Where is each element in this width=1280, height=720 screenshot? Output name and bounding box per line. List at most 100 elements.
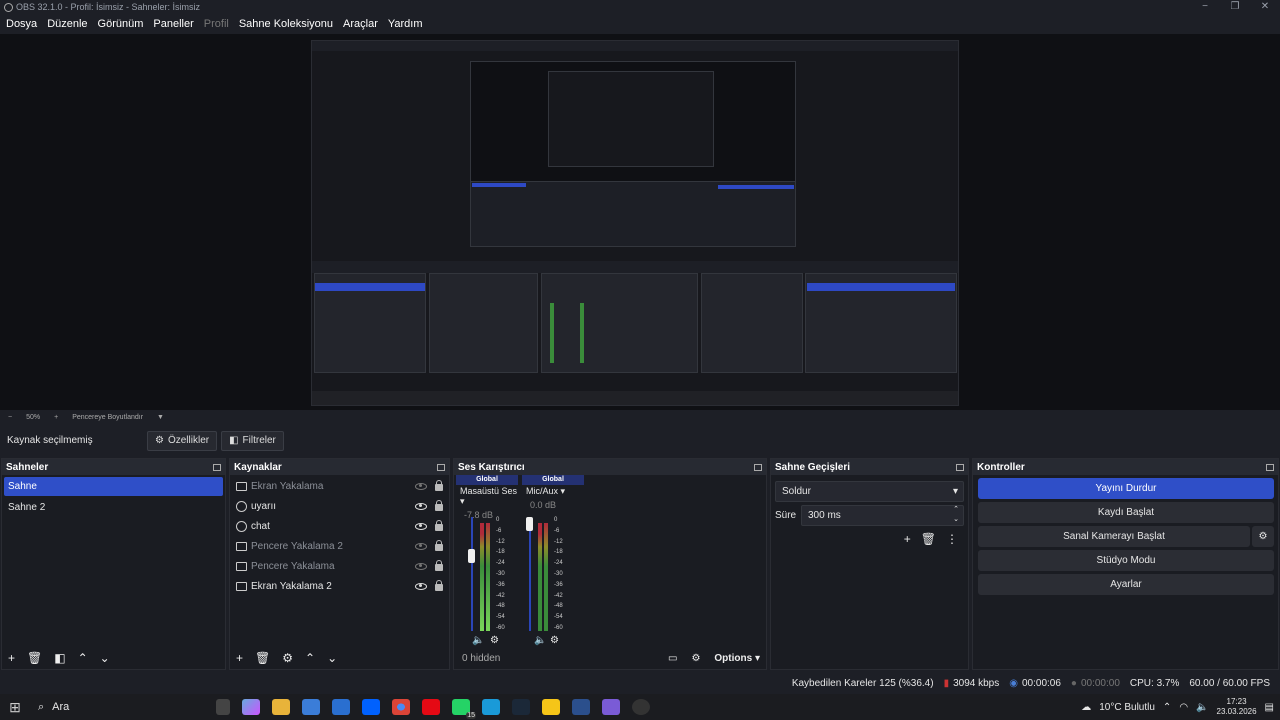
obs-icon[interactable] [632,699,650,715]
maximize-icon[interactable]: ❐ [1220,0,1250,14]
source-row[interactable]: chat [230,516,449,536]
whatsapp-icon[interactable]: 15 [452,699,476,719]
minimize-icon[interactable]: − [1190,0,1220,14]
trash-icon[interactable]: 🗑 [255,651,270,665]
advanced-audio-icon[interactable]: ⚙ [691,653,700,664]
start-recording-button[interactable]: Kaydı Başlat [978,502,1274,523]
move-up-icon[interactable]: ⌃ [305,651,315,665]
lock-icon[interactable] [435,480,443,491]
source-row[interactable]: Pencere Yakalama 2 [230,536,449,556]
spin-arrows-icon[interactable]: ⌃ ⌄ [953,505,959,525]
channel-name-dropdown[interactable]: Masaüstü Ses ▾ [456,486,518,507]
scene-item[interactable]: Sahne 2 [4,498,223,517]
weather[interactable]: 10°C Bulutlu [1099,702,1155,713]
volume-slider-track[interactable] [529,517,531,631]
source-row[interactable]: uyarıı [230,496,449,516]
file-explorer-icon[interactable] [272,699,290,715]
source-row[interactable]: Ekran Yakalama 2 [230,576,449,596]
channel-name-dropdown[interactable]: Mic/Aux ▾ [522,486,584,497]
undock-icon[interactable] [956,463,964,471]
menu-edit[interactable]: Düzenle [47,18,87,30]
outlook-icon[interactable] [332,699,350,715]
zoom-dropdown-icon[interactable]: ▼ [157,414,164,421]
eye-hidden-icon[interactable] [415,562,427,570]
zoom-fit-label[interactable]: Pencereye Boyutlandır [72,414,143,421]
tray-chevron-icon[interactable]: ⌃ [1163,702,1171,713]
dropbox-icon[interactable] [362,699,380,715]
eye-hidden-icon[interactable] [415,542,427,550]
store-icon[interactable] [302,699,320,715]
menu-scene-collection[interactable]: Sahne Koleksiyonu [239,18,333,30]
lock-icon[interactable] [435,560,443,571]
task-view-icon[interactable] [216,699,230,715]
eye-icon[interactable] [415,582,427,590]
move-down-icon[interactable]: ⌄ [100,651,110,665]
zoom-in-button[interactable]: + [54,414,58,421]
windows-start-icon[interactable]: ⊞ [0,699,30,716]
steam-icon[interactable] [512,699,530,715]
trash-icon[interactable]: 🗑 [27,651,42,665]
add-icon[interactable]: + [8,651,15,665]
menu-view[interactable]: Görünüm [98,18,144,30]
menu-docks[interactable]: Paneller [153,18,193,30]
trash-icon[interactable]: 🗑 [921,532,936,546]
lock-icon[interactable] [435,540,443,551]
copilot-icon[interactable] [242,699,260,715]
preview-canvas[interactable] [311,40,959,406]
volume-slider-handle[interactable] [526,517,533,531]
add-icon[interactable]: + [236,651,243,665]
gear-icon[interactable]: ⚙ [282,651,293,665]
source-row[interactable]: Ekran Yakalama [230,476,449,496]
speaker-icon[interactable]: 🔈 [472,635,484,646]
taskbar-search[interactable]: ⌕ Ara [30,696,210,718]
notifications-icon[interactable]: ▤ [1265,702,1274,713]
chrome-icon[interactable] [392,699,410,715]
app-icon[interactable] [572,699,590,715]
audio-settings-icon[interactable]: ⚙ [490,635,499,646]
duration-input[interactable]: 300 ms ⌃ ⌄ [801,505,964,526]
discord-icon[interactable] [602,699,620,715]
layout-icon[interactable]: ▭ [668,653,677,664]
lock-icon[interactable] [435,580,443,591]
clock[interactable]: 17:23 23.03.2026 [1217,697,1257,717]
wifi-icon[interactable]: ◠ [1179,702,1188,713]
gear-icon[interactable]: ⚙ [1252,526,1274,547]
close-icon[interactable]: ✕ [1250,0,1280,14]
options-menu[interactable]: Options ▾ [714,653,760,664]
speaker-icon[interactable]: 🔈 [534,635,546,646]
eye-hidden-icon[interactable] [415,482,427,490]
lock-icon[interactable] [435,520,443,531]
undock-icon[interactable] [213,463,221,471]
menu-tools[interactable]: Araçlar [343,18,378,30]
transition-select[interactable]: Soldur ▾ [775,481,964,502]
edge-icon[interactable] [482,699,500,715]
start-virtual-camera-button[interactable]: Sanal Kamerayı Başlat [978,526,1250,547]
filter-icon[interactable]: ◧ [54,651,65,665]
netflix-icon[interactable] [422,699,440,715]
studio-mode-button[interactable]: Stüdyo Modu [978,550,1274,571]
source-row[interactable]: Pencere Yakalama [230,556,449,576]
settings-button[interactable]: Ayarlar [978,574,1274,595]
zoom-out-button[interactable]: − [8,414,12,421]
lock-icon[interactable] [435,500,443,511]
sticky-notes-icon[interactable] [542,699,560,715]
volume-slider-track[interactable] [471,517,473,631]
undock-icon[interactable] [437,463,445,471]
filters-button[interactable]: ◧ Filtreler [221,430,284,451]
menu-profile[interactable]: Profil [204,18,229,30]
stop-streaming-button[interactable]: Yayını Durdur [978,478,1274,499]
move-down-icon[interactable]: ⌄ [327,651,337,665]
volume-icon[interactable]: 🔈 [1196,702,1208,713]
menu-file[interactable]: Dosya [6,18,37,30]
move-up-icon[interactable]: ⌃ [78,651,88,665]
undock-icon[interactable] [1266,463,1274,471]
eye-icon[interactable] [415,502,427,510]
properties-button[interactable]: ⚙ Özellikler [147,430,218,451]
audio-settings-icon[interactable]: ⚙ [550,635,559,646]
eye-icon[interactable] [415,522,427,530]
menu-help[interactable]: Yardım [388,18,423,30]
more-options-icon[interactable]: ⋮ [946,532,958,546]
undock-icon[interactable] [754,463,762,471]
add-icon[interactable]: + [904,532,911,546]
scene-item[interactable]: Sahne [4,477,223,496]
